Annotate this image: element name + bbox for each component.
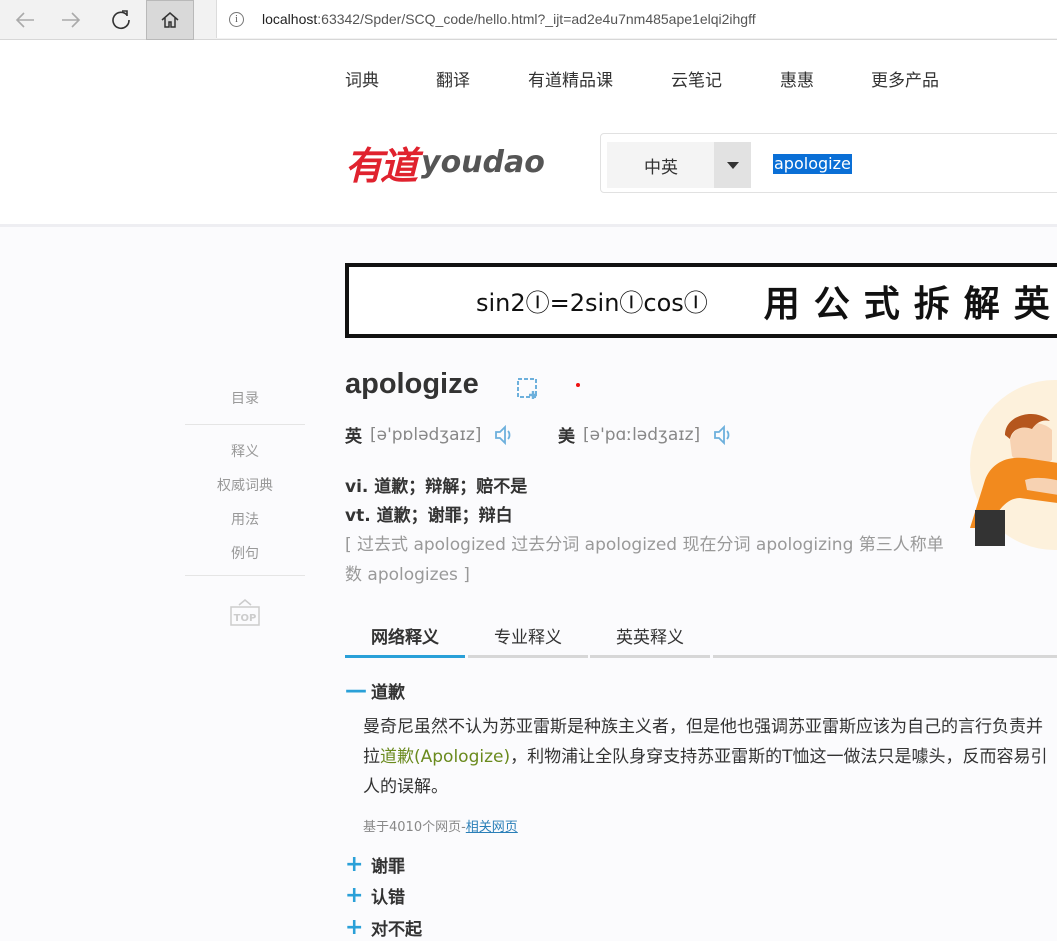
side-menu-title: 目录 — [185, 386, 305, 425]
example-highlight: 道歉(Apologize) — [380, 747, 511, 767]
sense-apologize[interactable]: — 道歉 — [345, 678, 405, 703]
back-button[interactable] — [0, 0, 49, 40]
example-line-2-post: ，利物浦让全队身穿支持苏亚雷斯的T恤这一做法只是噱头，反而容易引 — [510, 747, 1048, 767]
uk-label: 英 — [345, 427, 362, 447]
us-label: 美 — [558, 427, 575, 447]
definition-tabs: 网络释义 专业释义 英英释义 — [345, 624, 1057, 658]
site-header: 词典 翻译 有道精品课 云笔记 惠惠 更多产品 有道 youdao 中英 apo… — [0, 40, 1057, 227]
arrow-left-icon — [15, 12, 34, 28]
nav-courses[interactable]: 有道精品课 — [528, 66, 671, 91]
collapse-icon[interactable]: — — [345, 678, 367, 703]
nav-notes[interactable]: 云笔记 — [671, 66, 780, 91]
add-wordbook-icon — [517, 378, 537, 399]
side-menu: 目录 释义 权威词典 用法 例句 — [185, 386, 305, 576]
word-forms: [ 过去式 apologized 过去分词 apologized 现在分词 ap… — [345, 535, 944, 585]
side-menu-item-definition[interactable]: 释义 — [185, 435, 305, 469]
banner-formula: sin2Ⓘ=2sinⒾcosⒾ — [476, 289, 708, 317]
search-input[interactable]: apologize — [773, 154, 852, 174]
nav-translate[interactable]: 翻译 — [436, 66, 528, 91]
reload-icon — [111, 10, 130, 30]
language-dropdown-button[interactable] — [714, 142, 751, 188]
home-button[interactable] — [146, 0, 194, 40]
example-line-1: 曼奇尼虽然不认为苏亚雷斯是种族主义者，但是他也强调苏亚雷斯应该为自己的言行负责并 — [363, 717, 1043, 737]
source-text: 基于4010个网页- — [363, 820, 466, 835]
red-dot — [576, 383, 580, 387]
logo-cn: 有道 — [345, 142, 418, 188]
tab-web-definition[interactable]: 网络释义 — [345, 624, 465, 658]
banner-title: 用公式拆解英 — [763, 282, 1057, 325]
sense-label: 对不起 — [371, 920, 422, 940]
sense-admit-fault[interactable]: + 认错 — [345, 883, 405, 908]
search-box: 中英 apologize — [600, 133, 1057, 193]
top-nav: 词典 翻译 有道精品课 云笔记 惠惠 更多产品 — [345, 66, 961, 91]
tab-professional-definition[interactable]: 专业释义 — [468, 624, 588, 658]
us-pronunciation: 美 [ə'pɑːlədʒaɪz] — [558, 422, 734, 447]
top-label: TOP — [234, 613, 257, 624]
side-menu-item-authoritative[interactable]: 权威词典 — [185, 469, 305, 503]
home-icon — [161, 12, 179, 28]
arrow-right-icon — [61, 12, 80, 28]
side-menu-item-usage[interactable]: 用法 — [185, 503, 305, 537]
nav-dict[interactable]: 词典 — [345, 66, 436, 91]
url-path: :63342/Spder/SCQ_code/hello.html?_ijt=ad… — [317, 11, 756, 27]
caret-down-icon — [726, 161, 739, 169]
speaker-icon[interactable] — [493, 424, 515, 446]
translation-vt: vt. 道歉；谢罪；辩白 — [345, 506, 513, 526]
translation-vi: vi. 道歉；辩解；赔不是 — [345, 477, 528, 497]
headword: apologize — [345, 368, 479, 400]
illustration — [965, 380, 1057, 550]
sense-label: 认错 — [371, 888, 405, 908]
expand-icon[interactable]: + — [345, 852, 363, 877]
uk-pronunciation: 英 [ə'pɒlədʒaɪz] — [345, 422, 515, 447]
logo-en: youdao — [421, 144, 545, 180]
youdao-logo[interactable]: 有道 youdao — [345, 137, 545, 188]
nav-huihui[interactable]: 惠惠 — [780, 66, 871, 91]
sense-apologize-guilt[interactable]: + 谢罪 — [345, 852, 405, 877]
browser-toolbar: i localhost:63342/Spder/SCQ_code/hello.h… — [0, 0, 1057, 40]
address-bar[interactable]: i localhost:63342/Spder/SCQ_code/hello.h… — [216, 0, 1057, 38]
ad-banner[interactable]: sin2Ⓘ=2sinⒾcosⒾ 用公式拆解英 — [345, 263, 1057, 338]
add-to-wordbook-button[interactable] — [517, 378, 539, 400]
uk-ipa: [ə'pɒlədʒaɪz] — [370, 424, 482, 445]
back-to-top-button[interactable]: TOP — [229, 598, 261, 626]
expand-icon[interactable]: + — [345, 915, 363, 940]
apologizing-person-illustration — [970, 380, 1057, 550]
us-ipa: [ə'pɑːlədʒaɪz] — [583, 424, 701, 445]
side-menu-items: 释义 权威词典 用法 例句 — [185, 425, 305, 576]
sense-label: 谢罪 — [371, 857, 405, 877]
nav-more-products[interactable]: 更多产品 — [871, 66, 961, 91]
speaker-icon[interactable] — [712, 424, 734, 446]
related-pages-link[interactable]: 相关网页 — [466, 820, 518, 835]
sense-label: 道歉 — [371, 683, 405, 703]
side-menu-item-examples[interactable]: 例句 — [185, 537, 305, 571]
sense-example: 曼奇尼虽然不认为苏亚雷斯是种族主义者，但是他也强调苏亚雷斯应该为自己的言行负责并… — [363, 712, 1057, 802]
url-host: localhost — [262, 11, 318, 27]
forward-button[interactable] — [46, 0, 95, 40]
sense-sorry[interactable]: + 对不起 — [345, 915, 422, 940]
expand-icon[interactable]: + — [345, 883, 363, 908]
tab-bar-rest — [713, 624, 1057, 658]
url-text[interactable]: localhost:63342/Spder/SCQ_code/hello.htm… — [262, 11, 756, 27]
reload-button[interactable] — [96, 0, 145, 40]
language-select[interactable]: 中英 — [607, 142, 715, 188]
example-line-2: 拉道歉(Apologize)，利物浦让全队身穿支持苏亚雷斯的T恤这一做法只是噱头… — [363, 742, 1057, 772]
example-line-2-pre: 拉 — [363, 747, 380, 767]
info-icon[interactable]: i — [229, 11, 244, 27]
top-icon: TOP — [230, 599, 260, 626]
example-line-3: 人的误解。 — [363, 777, 448, 797]
example-source: 基于4010个网页-相关网页 — [363, 816, 518, 835]
tab-english-definition[interactable]: 英英释义 — [590, 624, 710, 658]
